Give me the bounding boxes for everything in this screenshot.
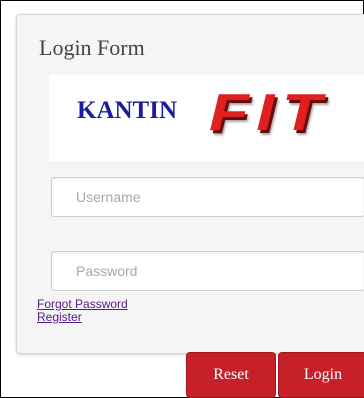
kantin-fit-logo: KANTIN FIT <box>49 75 364 161</box>
reset-button[interactable]: Reset <box>186 352 276 398</box>
logo-kantin-text: KANTIN <box>77 97 178 124</box>
register-link[interactable]: Register <box>37 310 82 324</box>
form-title: Login Form <box>39 35 145 60</box>
forgot-password-link[interactable]: Forgot Password <box>37 297 128 311</box>
logo-fit-text: FIT <box>209 84 329 142</box>
password-input[interactable] <box>51 251 364 291</box>
login-form-panel: Login Form KANTIN FIT Forgot Password Re… <box>16 14 364 354</box>
username-input[interactable] <box>51 177 364 217</box>
login-button[interactable]: Login <box>278 352 364 398</box>
